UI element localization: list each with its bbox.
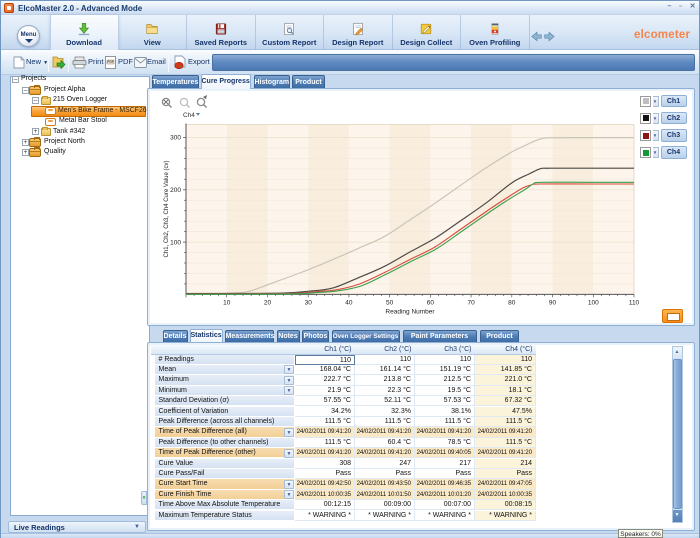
svg-text:60: 60 bbox=[427, 300, 435, 307]
svg-text:100: 100 bbox=[588, 300, 599, 307]
svg-text:110: 110 bbox=[629, 300, 640, 307]
svg-text:10: 10 bbox=[223, 300, 231, 307]
svg-text:30: 30 bbox=[305, 300, 313, 307]
svg-text:300: 300 bbox=[170, 135, 181, 142]
svg-text:200: 200 bbox=[170, 187, 181, 194]
svg-text:100: 100 bbox=[170, 239, 181, 246]
svg-text:40: 40 bbox=[345, 300, 353, 307]
svg-text:70: 70 bbox=[467, 300, 475, 307]
svg-text:PDF: PDF bbox=[107, 60, 113, 64]
svg-text:Ch1, Ch2, Ch3, Ch4 Cure Value: Ch1, Ch2, Ch3, Ch4 Cure Value (cv) bbox=[164, 161, 170, 258]
svg-text:Ch4: Ch4 bbox=[183, 112, 195, 119]
svg-text:20: 20 bbox=[264, 300, 272, 307]
svg-text:Reading Number: Reading Number bbox=[385, 309, 435, 316]
svg-text:80: 80 bbox=[508, 300, 516, 307]
svg-text:50: 50 bbox=[386, 300, 394, 307]
svg-text:90: 90 bbox=[549, 300, 557, 307]
